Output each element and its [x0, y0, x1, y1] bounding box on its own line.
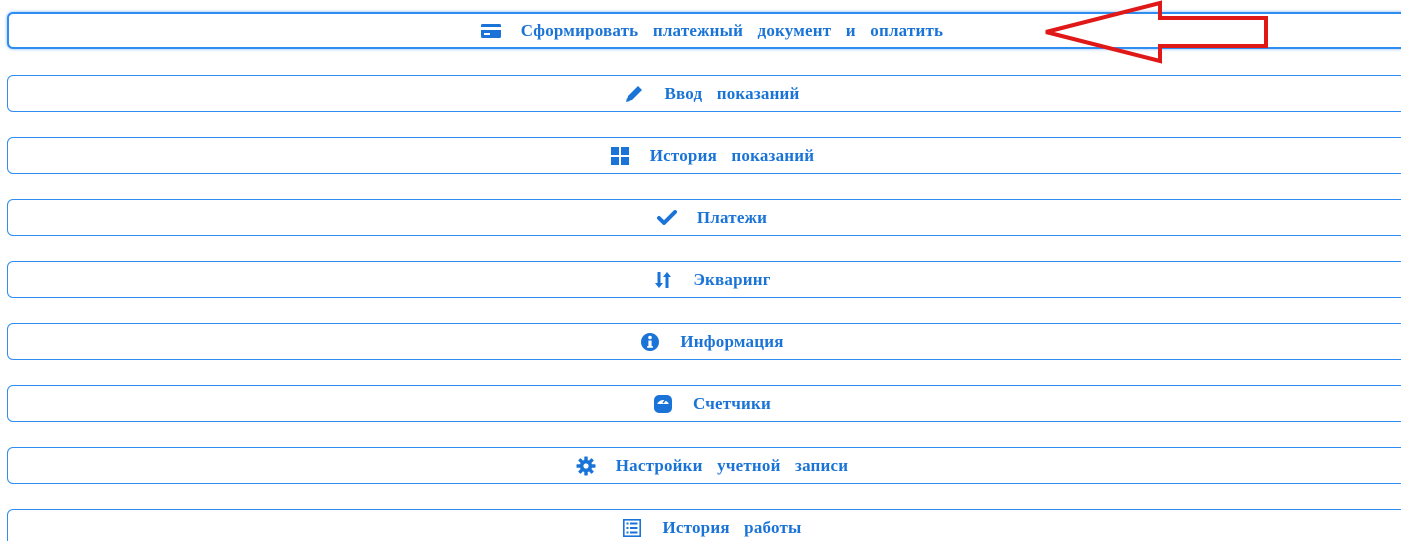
- gear-icon: [576, 456, 596, 476]
- meter-icon: [653, 394, 673, 414]
- information-label: Информация: [680, 331, 784, 351]
- account-settings-button[interactable]: Настройки учетной записи: [7, 447, 1401, 484]
- annotation-arrow-icon: [1045, 0, 1268, 64]
- payments-button[interactable]: Платежи: [7, 199, 1401, 236]
- readings-history-button[interactable]: История показаний: [7, 137, 1401, 174]
- grid-icon: [610, 146, 630, 166]
- account-settings-label: Настройки учетной записи: [615, 455, 849, 475]
- sort-arrows-icon: [653, 270, 673, 290]
- enter-readings-label: Ввод показаний: [664, 83, 800, 103]
- readings-history-label: История показаний: [649, 145, 815, 165]
- main-menu: Сформировать платежный документ и оплати…: [0, 0, 1401, 541]
- list-icon: [622, 518, 642, 538]
- meters-button[interactable]: Счетчики: [7, 385, 1401, 422]
- pencil-icon: [624, 84, 644, 104]
- acquiring-label: Экваринг: [693, 269, 771, 289]
- work-history-label: История работы: [662, 517, 802, 537]
- checkmark-icon: [656, 208, 677, 228]
- acquiring-button[interactable]: Экваринг: [7, 261, 1401, 298]
- pay-document-label: Сформировать платежный документ и оплати…: [520, 20, 944, 40]
- payments-label: Платежи: [696, 207, 768, 227]
- info-icon: [640, 332, 660, 352]
- work-history-button[interactable]: История работы: [7, 509, 1401, 541]
- credit-card-icon: [480, 21, 501, 41]
- information-button[interactable]: Информация: [7, 323, 1401, 360]
- meters-label: Счетчики: [692, 393, 772, 413]
- enter-readings-button[interactable]: Ввод показаний: [7, 75, 1401, 112]
